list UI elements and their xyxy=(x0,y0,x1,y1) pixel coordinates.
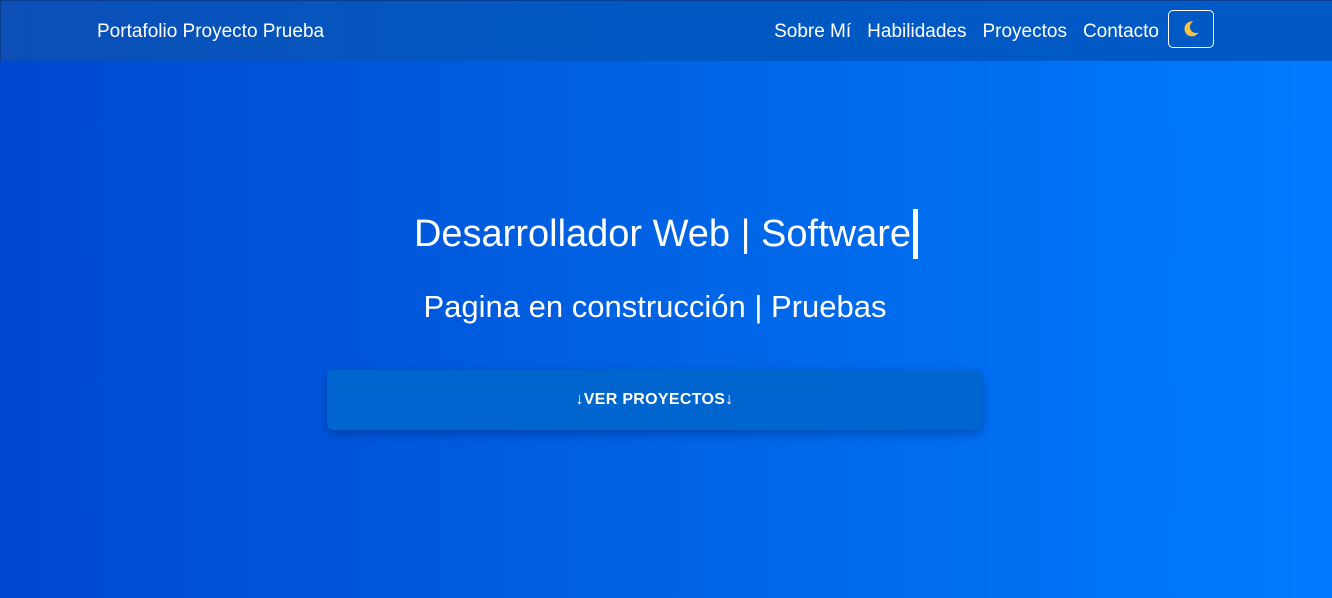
moon-icon xyxy=(1182,20,1200,38)
nav-link-proyectos[interactable]: Proyectos xyxy=(982,21,1066,43)
view-projects-button[interactable]: ↓VER PROYECTOS↓ xyxy=(327,370,982,430)
nav-link-contacto[interactable]: Contacto xyxy=(1083,21,1159,43)
nav-link-sobre-mi[interactable]: Sobre Mí xyxy=(774,21,851,43)
brand-link[interactable]: Portafolio Proyecto Prueba xyxy=(97,21,324,43)
hero-subtitle: Pagina en construcción | Pruebas xyxy=(423,289,887,324)
hero-title: Desarrollador Web | Software xyxy=(0,209,1332,259)
nav-links: Sobre Mí Habilidades Proyectos Contacto xyxy=(774,21,1159,43)
hero-title-text: Desarrollador Web | Software xyxy=(413,213,912,255)
typing-cursor xyxy=(913,209,919,259)
navbar: Portafolio Proyecto Prueba Sobre Mí Habi… xyxy=(0,0,1332,61)
nav-link-habilidades[interactable]: Habilidades xyxy=(867,21,966,43)
theme-toggle-button[interactable] xyxy=(1168,10,1214,48)
